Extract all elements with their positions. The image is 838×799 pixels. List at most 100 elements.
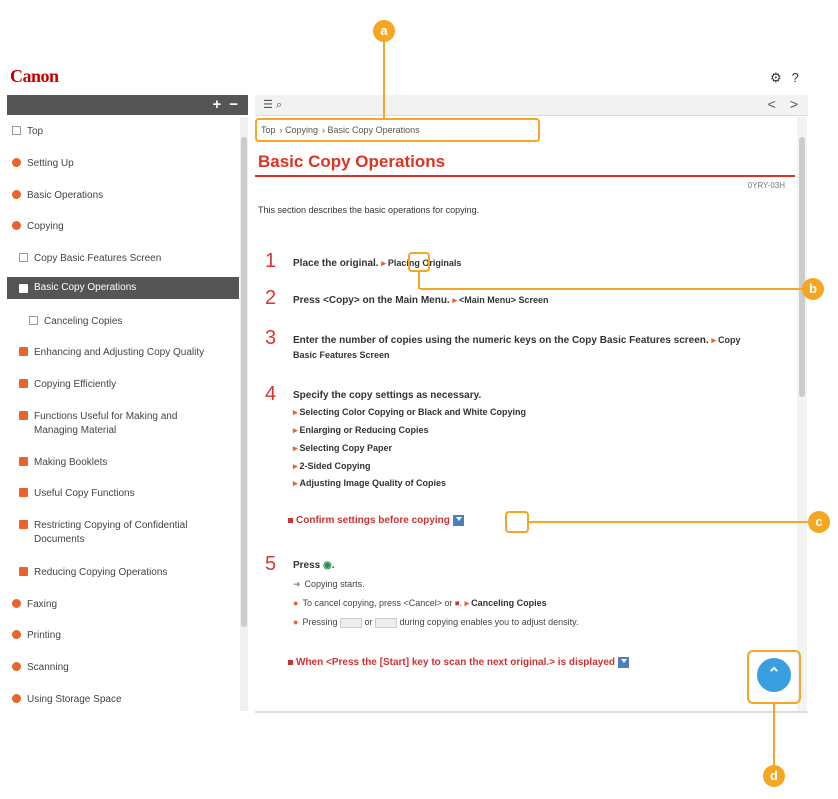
content-toolbar: ☰ ⌕ < > xyxy=(255,95,808,116)
help-icon[interactable]: ? xyxy=(792,70,799,85)
sidebar-item[interactable]: Setting Up xyxy=(7,157,239,171)
sidebar-item[interactable]: Using Storage Space xyxy=(7,693,239,707)
bullet-dot: ● xyxy=(293,598,299,608)
sidebar-nav: Top Setting Up Basic Operations Copying Copy… xyxy=(7,117,239,711)
expand-circle-icon xyxy=(12,221,21,230)
sidebar-item-label: Scanning xyxy=(27,662,69,673)
page-icon xyxy=(19,253,28,262)
expand-icon[interactable] xyxy=(452,515,464,526)
sidebar-scrollbar[interactable] xyxy=(240,117,248,711)
cancel-note: ● To cancel copying, press <Cancel> or ⏹.… xyxy=(293,598,547,609)
sidebar-item-label: Making Booklets xyxy=(34,457,108,468)
sidebar-item[interactable]: Enhancing and Adjusting Copy Quality xyxy=(7,346,239,360)
intro-text: This section describes the basic operati… xyxy=(258,205,480,215)
sidebar-item[interactable]: Copying xyxy=(7,220,239,234)
sidebar-toolbar: + − xyxy=(7,95,248,115)
expand-circle-icon xyxy=(12,599,21,608)
expand-icon[interactable] xyxy=(617,657,629,668)
step-number: 5 xyxy=(265,553,277,575)
callout-b: b xyxy=(802,278,824,300)
callout-a: a xyxy=(373,20,395,42)
page-title-bar: Basic Copy Operations xyxy=(255,147,795,177)
main-menu-link[interactable]: <Main Menu> Screen xyxy=(452,295,548,305)
sidebar-item-label: Enhancing and Adjusting Copy Quality xyxy=(34,347,205,358)
sidebar-item-label: Canceling Copies xyxy=(44,316,123,327)
step-text: Place the original. xyxy=(293,258,379,269)
sidebar-item[interactable]: Top xyxy=(7,125,239,139)
image-quality-link[interactable]: Adjusting Image Quality of Copies xyxy=(293,478,447,489)
step-text: Specify the copy settings as necessary. xyxy=(293,390,482,401)
content-scroll-thumb[interactable] xyxy=(799,137,805,397)
enlarging-link[interactable]: Enlarging or Reducing Copies xyxy=(293,425,429,436)
collapse-all-button[interactable]: − xyxy=(229,96,238,113)
callout-b-line-v xyxy=(418,270,420,289)
canceling-copies-link[interactable]: Canceling Copies xyxy=(465,598,547,608)
sidebar-item[interactable]: Reducing Copying Operations xyxy=(7,566,239,580)
gear-icon[interactable]: ⚙ xyxy=(770,70,782,85)
expand-circle-icon xyxy=(12,630,21,639)
sidebar-item-label: Restricting Copying of Confidential Docu… xyxy=(34,520,188,545)
density-or: or xyxy=(364,617,373,627)
sidebar-item-label: Functions Useful for Making and Managing… xyxy=(34,411,178,436)
step-number: 3 xyxy=(265,327,277,349)
confirm-settings-section[interactable]: Confirm settings before copying xyxy=(288,515,464,526)
expand-circle-icon xyxy=(12,190,21,199)
content-scrollbar[interactable] xyxy=(797,117,807,711)
sidebar-item-label: Copy Basic Features Screen xyxy=(34,253,162,264)
sidebar-item[interactable]: Restricting Copying of Confidential Docu… xyxy=(7,519,239,547)
toc-icon[interactable]: ☰ xyxy=(263,99,273,111)
folder-icon xyxy=(19,488,28,497)
sidebar-item-label: Printing xyxy=(27,630,61,641)
density-prefix: Pressing xyxy=(302,617,338,627)
sidebar-item[interactable]: Faxing xyxy=(7,598,239,612)
folder-icon xyxy=(19,284,28,293)
expand-circle-icon xyxy=(12,694,21,703)
density-minus-key xyxy=(339,617,362,628)
sidebar-item[interactable]: Canceling Copies xyxy=(7,315,239,329)
step-number: 1 xyxy=(265,250,277,272)
page-icon xyxy=(12,126,21,135)
step-text: Enter the number of copies using the num… xyxy=(293,335,709,346)
sidebar-item[interactable]: Basic Operations xyxy=(7,189,239,203)
step-text: Press <Copy> on the Main Menu. xyxy=(293,295,450,306)
start-key-icon: ◉ xyxy=(323,560,332,571)
cancel-text: To cancel copying, press <Cancel> or xyxy=(302,598,453,608)
sidebar-item[interactable]: Copy Basic Features Screen xyxy=(7,252,239,266)
step-number: 2 xyxy=(265,287,277,309)
sidebar-item[interactable]: Useful Copy Functions xyxy=(7,487,239,501)
sidebar-item-label: Useful Copy Functions xyxy=(34,488,135,499)
callout-a-line xyxy=(383,42,385,118)
sidebar-item[interactable]: Copying Efficiently xyxy=(7,378,239,392)
prev-page-button[interactable]: < xyxy=(768,96,776,112)
sidebar-item[interactable]: Making Booklets xyxy=(7,456,239,470)
sidebar-item[interactable]: Printing xyxy=(7,629,239,643)
copy-paper-link[interactable]: Selecting Copy Paper xyxy=(293,443,393,454)
result-note: ➜ Copying starts. xyxy=(293,579,365,590)
folder-icon xyxy=(19,411,28,420)
next-page-button[interactable]: > xyxy=(790,96,798,112)
sidebar-item-label: Basic Copy Operations xyxy=(34,282,137,293)
callout-d-line xyxy=(773,704,775,766)
sidebar-item-label: Copying xyxy=(27,221,64,232)
doc-id: 0YRY-03H xyxy=(747,181,785,190)
arrow-icon: ➜ xyxy=(293,579,301,589)
content-bottom-border xyxy=(255,711,808,713)
expand-all-button[interactable]: + xyxy=(212,96,221,113)
press-start-section[interactable]: When <Press the [Start] key to scan the … xyxy=(288,657,629,668)
two-sided-link[interactable]: 2-Sided Copying xyxy=(293,461,371,472)
sidebar-item-label: Faxing xyxy=(27,599,58,610)
folder-icon xyxy=(19,567,28,576)
step-number: 4 xyxy=(265,383,277,405)
density-plus-key xyxy=(375,617,398,628)
sidebar-item[interactable]: Basic Copy Operations xyxy=(7,277,239,299)
expand-circle-icon xyxy=(12,158,21,167)
color-copying-link[interactable]: Selecting Color Copying or Black and Whi… xyxy=(293,407,527,418)
press-start-label[interactable]: When <Press the [Start] key to scan the … xyxy=(296,657,615,668)
sidebar-item[interactable]: Scanning xyxy=(7,661,239,675)
search-icon[interactable]: ⌕ xyxy=(276,99,282,111)
sidebar-item[interactable]: Functions Useful for Making and Managing… xyxy=(7,410,239,438)
link-icon-highlight xyxy=(408,252,430,272)
confirm-settings-label[interactable]: Confirm settings before copying xyxy=(296,515,450,526)
sidebar-scroll-thumb[interactable] xyxy=(241,137,247,627)
step-text: Press xyxy=(293,560,321,571)
